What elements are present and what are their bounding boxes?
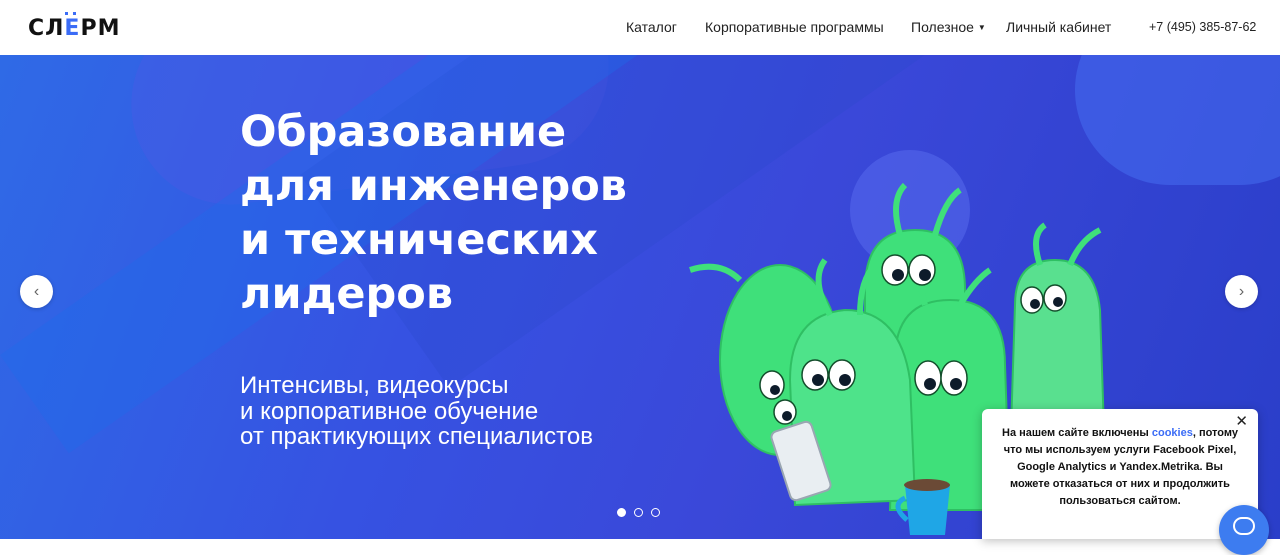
hero-headline-line: Образование: [240, 107, 567, 157]
nav-catalog[interactable]: Каталог: [626, 19, 677, 35]
nav-useful-dropdown[interactable]: Полезное ▼: [911, 19, 986, 35]
slider-dot-2[interactable]: [634, 508, 643, 517]
nav-useful-label: Полезное: [911, 19, 974, 35]
cookie-notice: ✕ На нашем сайте включены cookies, потом…: [982, 409, 1258, 539]
chevron-down-icon: ▼: [977, 23, 986, 32]
hero-subheadline-line: от практикующих специалистов: [240, 423, 594, 450]
cookies-link[interactable]: cookies: [1152, 427, 1193, 439]
close-icon[interactable]: ✕: [1235, 413, 1248, 430]
logo-text-accent: Е: [64, 11, 81, 41]
slider-next-button[interactable]: ›: [1225, 275, 1258, 308]
chevron-left-icon: ‹: [33, 282, 40, 300]
logo[interactable]: СЛ Е РМ: [28, 11, 121, 41]
hero-subheadline-line: Интенсивы, видеокурсы: [240, 372, 509, 399]
nav-corporate-programs[interactable]: Корпоративные программы: [705, 19, 884, 35]
hero-headline-line: и технических: [240, 215, 598, 265]
logo-text-end: РМ: [80, 15, 121, 41]
hero-headline-line: для инженеров: [240, 161, 627, 211]
hero-headline-line: лидеров: [240, 269, 454, 319]
hero-subheadline: Интенсивы, видеокурсы и корпоративное об…: [240, 373, 593, 450]
logo-text-start: СЛ: [28, 15, 65, 41]
phone-link[interactable]: +7 (495) 385-87-62: [1149, 20, 1256, 34]
chevron-right-icon: ›: [1238, 282, 1245, 300]
chat-widget-button[interactable]: [1219, 505, 1269, 555]
slider-pagination: [617, 508, 660, 517]
nav-personal-cabinet[interactable]: Личный кабинет: [1006, 19, 1111, 35]
slider-prev-button[interactable]: ‹: [20, 275, 53, 308]
site-header: СЛ Е РМ Каталог Корпоративные программы По…: [0, 0, 1280, 55]
hero-subheadline-line: и корпоративное обучение: [240, 397, 539, 425]
hero-headline: Образование для инженеров и технических …: [240, 105, 760, 321]
slider-dot-3[interactable]: [651, 508, 660, 517]
slider-dot-1[interactable]: [617, 508, 626, 517]
cookie-text-start: На нашем сайте включены: [1002, 427, 1152, 439]
cookie-text-end: , потому что мы используем услуги Facebo…: [1003, 427, 1238, 507]
